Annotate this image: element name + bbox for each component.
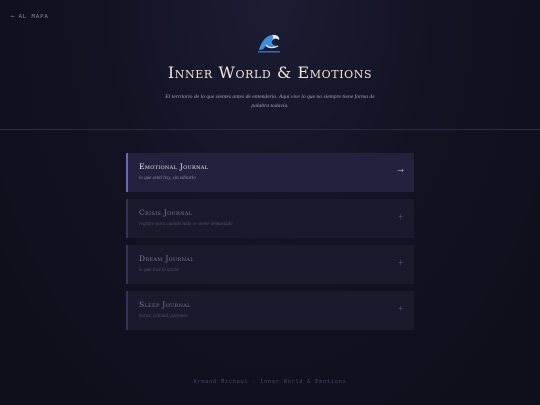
journal-card-description: horas, calidad, patrones	[139, 314, 188, 319]
journal-card-crisis[interactable]: Crisis Journal registro para cuando todo…	[126, 199, 414, 238]
journal-card-dream[interactable]: Dream Journal lo que trae la noche +	[126, 245, 414, 284]
back-arrow-icon: ←	[11, 13, 16, 20]
header-divider	[0, 129, 540, 130]
journal-card-sleep[interactable]: Sleep Journal horas, calidad, patrones +	[126, 291, 414, 330]
journal-card-title: Dream Journal	[139, 254, 194, 263]
page-subtitle: El territorio de lo que sientes antes de…	[165, 94, 375, 109]
journal-card-description: lo que sentí hoy, sin editarlo	[139, 176, 196, 181]
plus-icon[interactable]: +	[397, 212, 404, 221]
back-link-label: AL MAPA	[18, 13, 49, 20]
page-footer: Armand Michael · Inner World & Emotions	[193, 379, 347, 385]
back-to-map-link[interactable]: ← AL MAPA	[11, 13, 49, 20]
plus-icon[interactable]: +	[397, 258, 404, 267]
journal-list: Emotional Journal lo que sentí hoy, sin …	[126, 153, 414, 337]
journal-card-title: Crisis Journal	[139, 208, 193, 217]
wave-icon	[258, 34, 280, 53]
journal-card-description: lo que trae la noche	[139, 268, 179, 273]
page-title: Inner World & Emotions	[167, 63, 373, 82]
journal-card-emotional[interactable]: Emotional Journal lo que sentí hoy, sin …	[126, 153, 414, 192]
arrow-right-icon[interactable]: →	[397, 166, 404, 175]
plus-icon[interactable]: +	[397, 304, 404, 313]
journal-card-description: registro para cuando todo se siente dema…	[139, 222, 233, 227]
journal-card-title: Emotional Journal	[139, 162, 209, 171]
journal-card-title: Sleep Journal	[139, 300, 191, 309]
